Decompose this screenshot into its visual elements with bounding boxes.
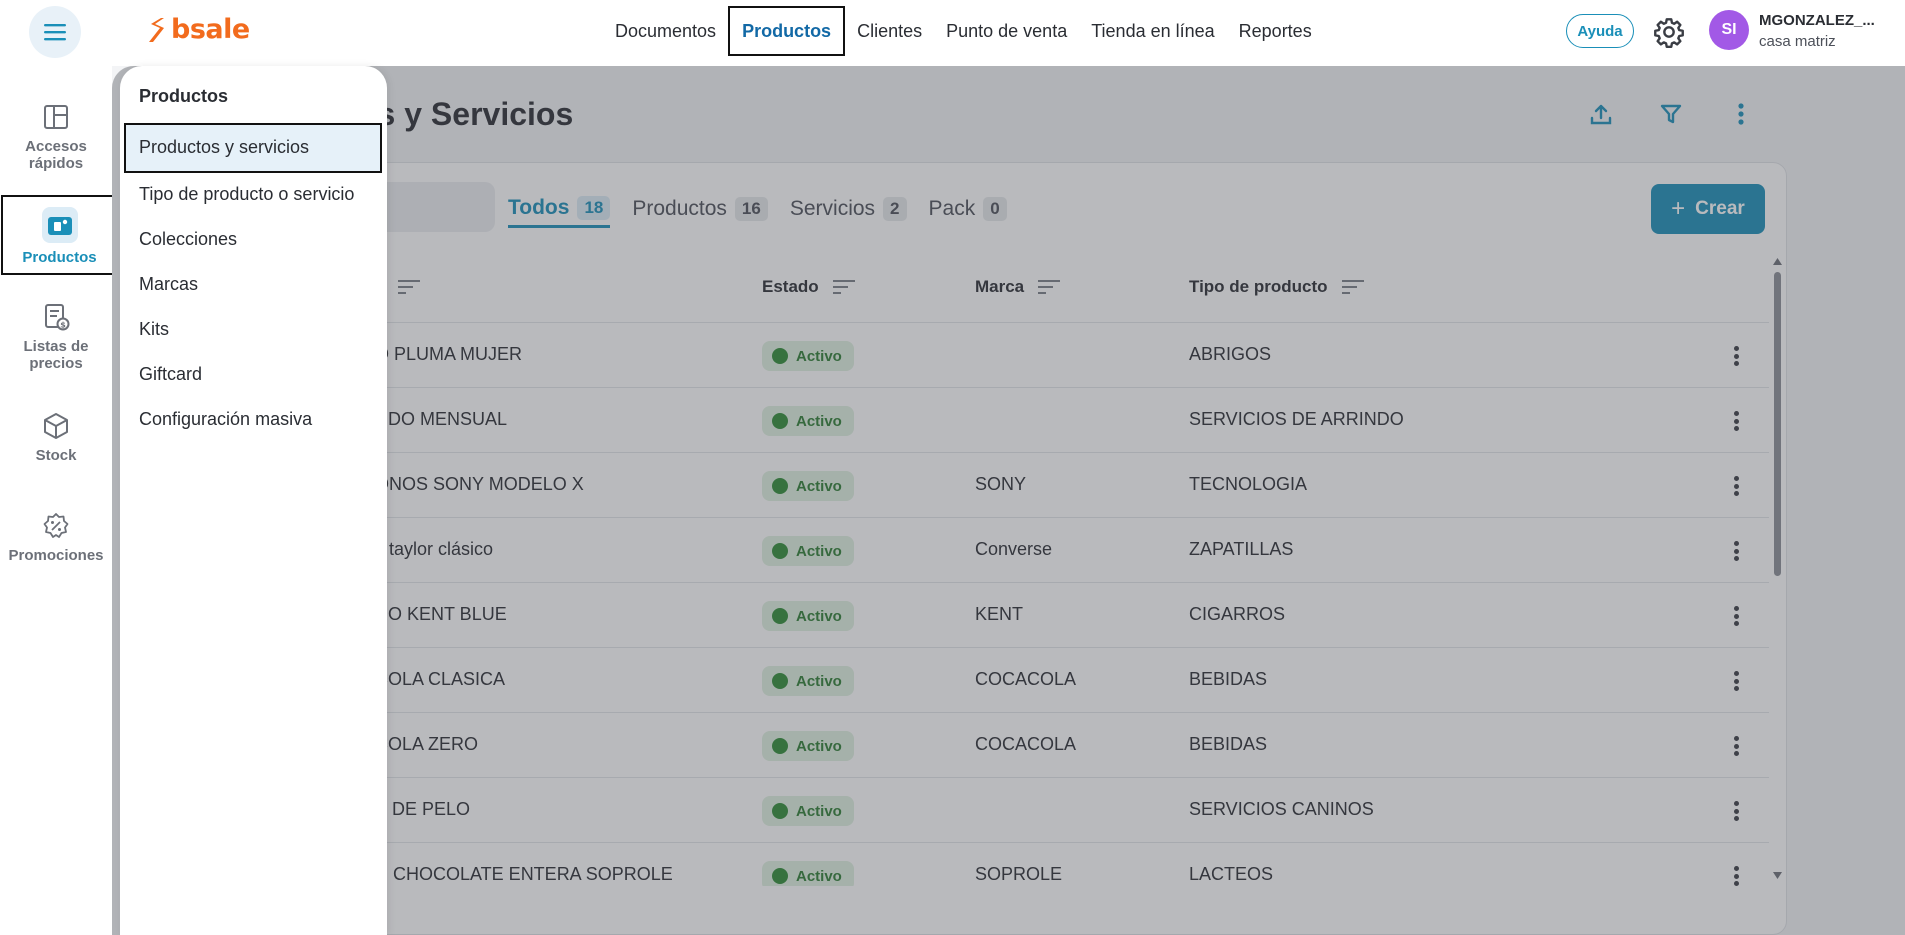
submenu-item-configuracion-masiva[interactable]: Configuración masiva: [139, 409, 312, 430]
rail-label: Productos: [22, 249, 97, 266]
rail-item-accesos-rapidos[interactable]: Accesos rápidos: [0, 102, 112, 172]
price-list-icon: $: [41, 302, 71, 332]
rail-label: Promociones: [8, 547, 104, 564]
logo-text: bsale: [171, 14, 250, 45]
rail-item-promociones[interactable]: Promociones: [0, 511, 112, 564]
nav-clientes[interactable]: Clientes: [845, 7, 934, 55]
submenu-item-marcas[interactable]: Marcas: [139, 274, 198, 295]
submenu-title: Productos: [139, 86, 229, 106]
rail-item-productos[interactable]: Productos: [1, 195, 118, 275]
gear-icon[interactable]: [1653, 16, 1685, 48]
rail-item-listas-de-precios[interactable]: $ Listas de precios: [0, 302, 112, 372]
bsale-logo[interactable]: bsale: [145, 14, 250, 45]
nav-documentos[interactable]: Documentos: [603, 7, 728, 55]
rail-label: rápidos: [28, 155, 84, 172]
main-nav: Documentos Productos Clientes Punto de v…: [603, 6, 1324, 56]
user-avatar[interactable]: SI: [1709, 10, 1749, 50]
svg-text:$: $: [60, 321, 66, 330]
products-icon: [41, 207, 78, 243]
submenu-item-tipo-de-producto[interactable]: Tipo de producto o servicio: [139, 184, 354, 205]
user-name[interactable]: MGONZALEZ_...: [1759, 12, 1875, 29]
rail-label: precios: [29, 355, 83, 372]
submenu-item-kits[interactable]: Kits: [139, 319, 169, 340]
user-branch: casa matriz: [1759, 33, 1836, 50]
submenu-item-colecciones[interactable]: Colecciones: [139, 229, 237, 250]
rail-label: Stock: [35, 447, 77, 464]
rail-label: Listas de: [23, 338, 89, 355]
hamburger-icon: [44, 24, 66, 41]
nav-productos[interactable]: Productos: [728, 6, 846, 56]
box-icon: [41, 411, 71, 441]
top-bar: bsale Documentos Productos Clientes Punt…: [0, 0, 1905, 66]
nav-tienda-en-linea[interactable]: Tienda en línea: [1079, 7, 1226, 55]
nav-reportes[interactable]: Reportes: [1227, 7, 1324, 55]
promo-icon: [41, 511, 71, 541]
left-rail: Accesos rápidos Productos $ Listas de pr…: [0, 66, 118, 935]
submenu-item-productos-y-servicios[interactable]: Productos y servicios: [124, 123, 382, 173]
bsale-logo-icon: [149, 17, 164, 42]
rail-label: Accesos: [25, 138, 87, 155]
layout-icon: [41, 102, 71, 132]
submenu-item-giftcard[interactable]: Giftcard: [139, 364, 202, 385]
hamburger-menu-button[interactable]: [29, 6, 81, 58]
nav-punto-de-venta[interactable]: Punto de venta: [934, 7, 1079, 55]
products-submenu: Productos Productos y servicios Tipo de …: [120, 66, 387, 935]
rail-item-stock[interactable]: Stock: [0, 411, 112, 464]
help-button[interactable]: Ayuda: [1566, 14, 1634, 48]
